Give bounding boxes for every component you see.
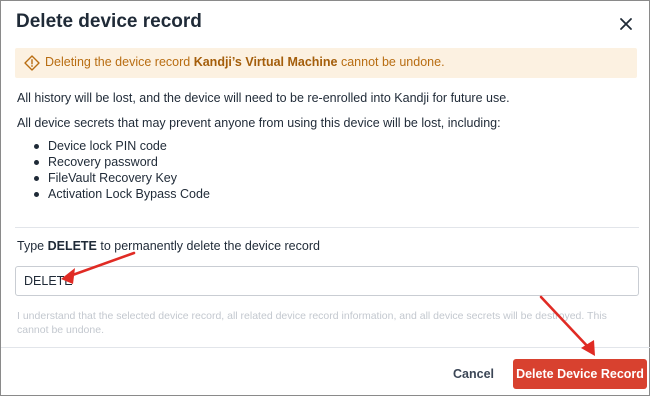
warning-prefix: Deleting the device record	[45, 55, 194, 69]
warning-suffix: cannot be undone.	[337, 55, 445, 69]
delete-device-record-button[interactable]: Delete Device Record	[513, 359, 647, 389]
footer-divider	[1, 347, 650, 348]
section-divider	[15, 227, 639, 228]
warning-diamond-icon	[24, 55, 40, 71]
cancel-button[interactable]: Cancel	[453, 367, 494, 381]
confirm-label-suffix: to permanently delete the device record	[96, 239, 320, 253]
close-button[interactable]	[615, 13, 637, 35]
secrets-list: Device lock PIN code Recovery password F…	[31, 138, 210, 202]
confirm-keyword: DELETE	[47, 239, 97, 253]
delete-device-dialog: Delete device record Deleting the device…	[0, 0, 650, 396]
list-item: Device lock PIN code	[31, 138, 210, 154]
list-item: FileVault Recovery Key	[31, 170, 210, 186]
list-item: Recovery password	[31, 154, 210, 170]
close-icon	[620, 18, 632, 30]
confirm-hint-text: I understand that the selected device re…	[17, 310, 607, 336]
confirm-delete-input[interactable]	[15, 266, 639, 296]
history-lost-text: All history will be lost, and the device…	[17, 91, 510, 105]
confirm-label: Type DELETE to permanently delete the de…	[17, 239, 320, 253]
secrets-lost-text: All device secrets that may prevent anyo…	[17, 116, 501, 130]
list-item: Activation Lock Bypass Code	[31, 186, 210, 202]
dialog-title: Delete device record	[16, 11, 202, 32]
warning-text: Deleting the device record Kandji’s Virt…	[45, 55, 445, 69]
confirm-label-prefix: Type	[17, 239, 48, 253]
warning-device-name: Kandji’s Virtual Machine	[193, 55, 338, 69]
warning-banner: Deleting the device record Kandji’s Virt…	[15, 48, 637, 78]
